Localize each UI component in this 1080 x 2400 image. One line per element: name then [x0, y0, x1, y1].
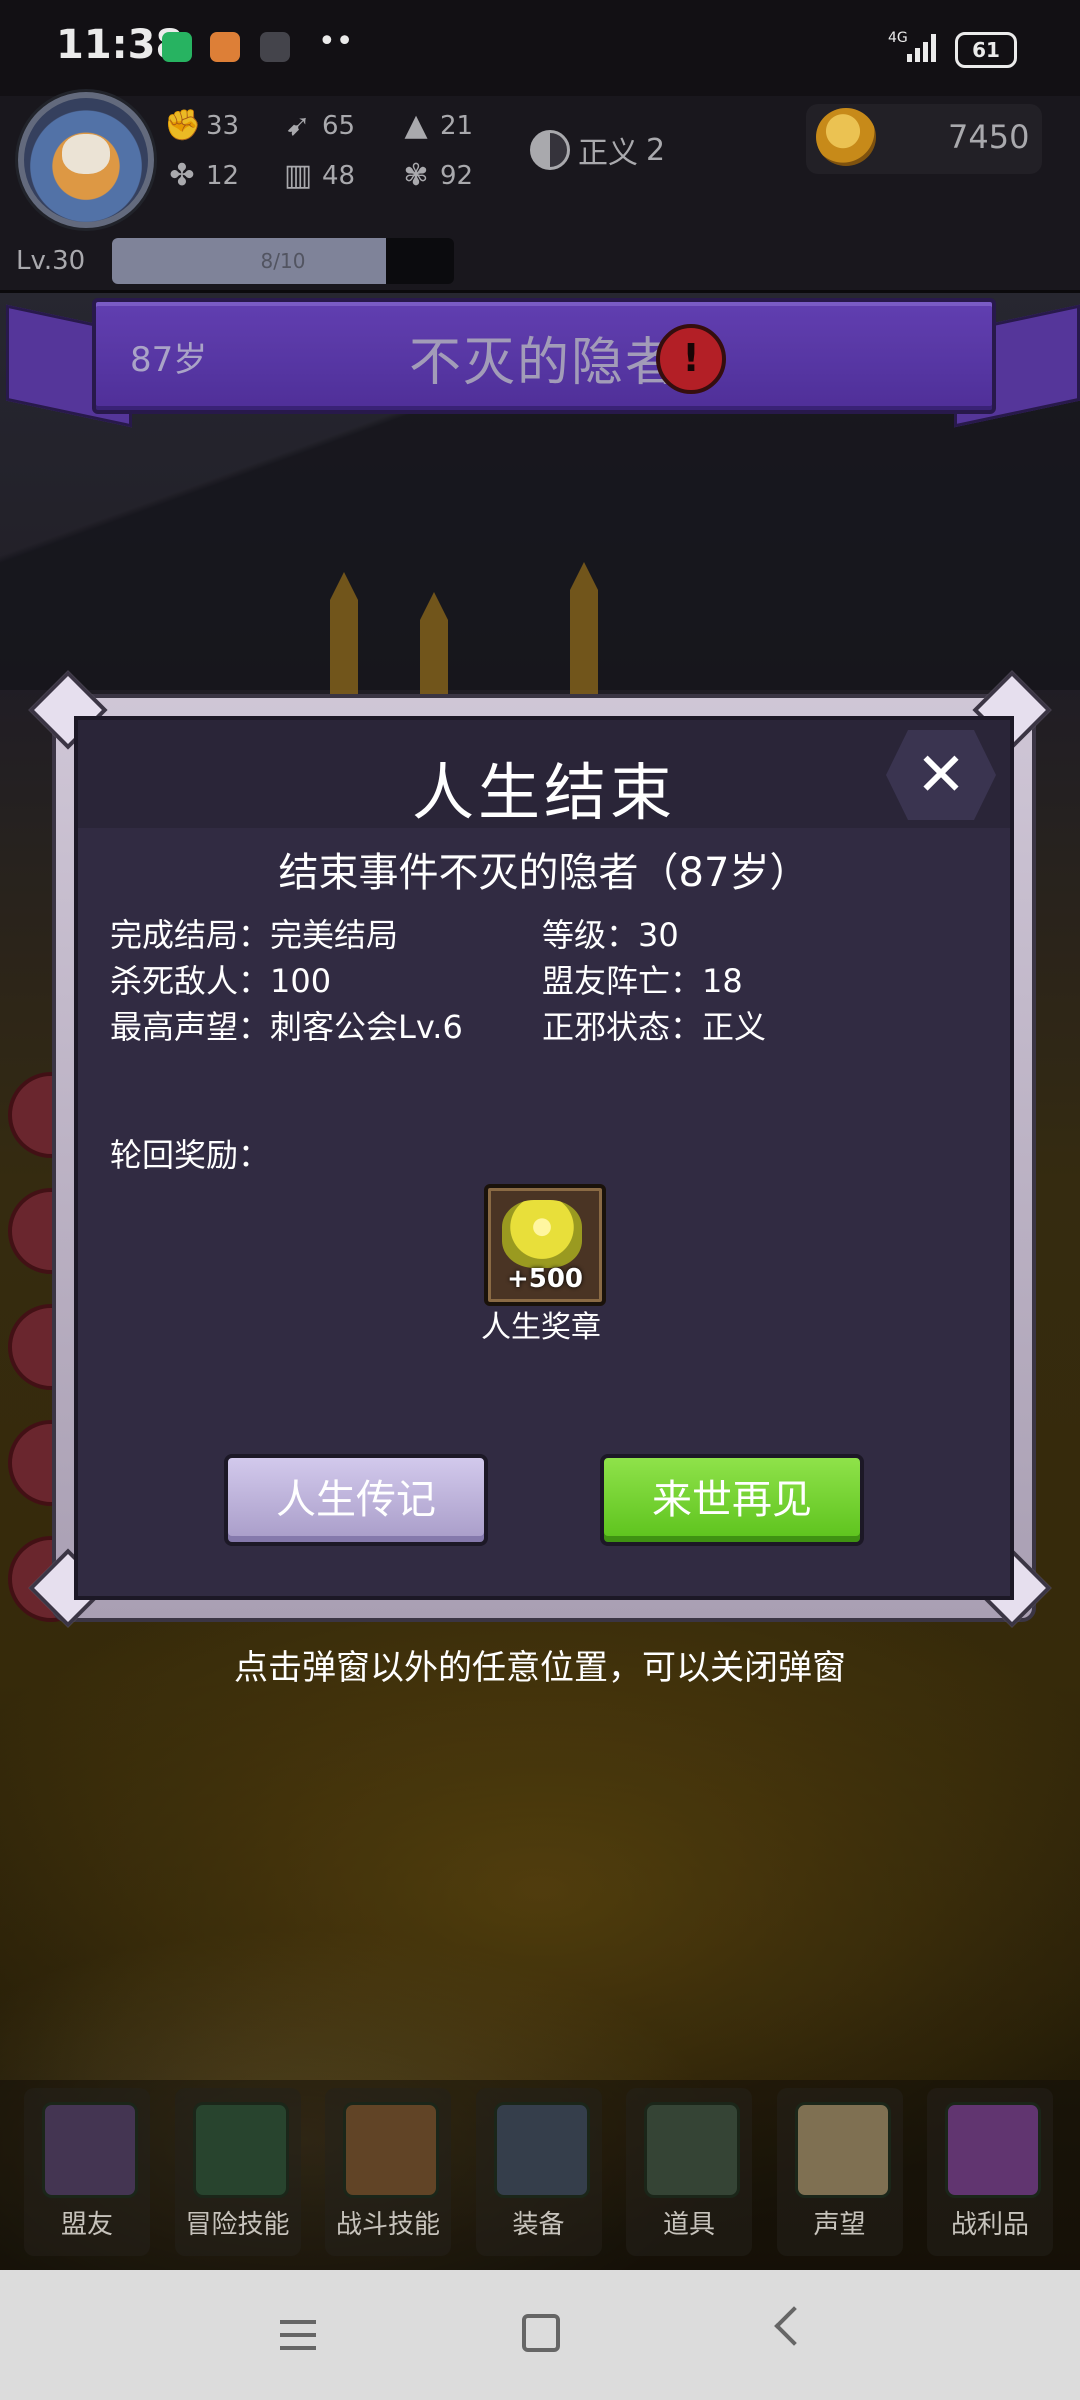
next-life-button[interactable]: 来世再见 [600, 1454, 864, 1546]
ally-deaths-info: 盟友阵亡：18 [542, 962, 743, 1000]
modal-header: 人生结束 ✕ [78, 720, 1010, 829]
kills-info: 杀死敌人：100 [110, 962, 332, 1000]
close-button[interactable]: ✕ [886, 730, 996, 820]
close-hint: 点击弹窗以外的任意位置，可以关闭弹窗 [234, 1648, 846, 1688]
back-icon[interactable] [774, 2306, 814, 2346]
system-nav-bar [0, 2270, 1080, 2400]
reward-count: +500 [506, 1264, 584, 1294]
modal-title: 人生结束 [411, 756, 676, 829]
reward-name: 人生奖章 [481, 1310, 601, 1345]
ending-event-line: 结束事件不灭的隐者（87岁） [278, 850, 810, 896]
reward-label: 轮回奖励： [110, 1136, 271, 1174]
reputation-info: 最高声望：刺客公会Lv.6 [110, 1008, 463, 1046]
level-info: 等级：30 [542, 916, 679, 954]
morality-info: 正邪状态：正义 [542, 1008, 767, 1046]
biography-button[interactable]: 人生传记 [224, 1454, 488, 1546]
reward-item[interactable]: +500 [484, 1184, 606, 1306]
home-icon[interactable] [522, 2314, 560, 2352]
ending-info: 完成结局：完美结局 [110, 916, 399, 954]
menu-icon[interactable] [280, 2320, 316, 2350]
life-end-modal: 人生结束 ✕ 结束事件不灭的隐者（87岁） 完成结局：完美结局 等级：30 杀死… [74, 716, 1014, 1600]
life-medal-icon [502, 1200, 582, 1268]
